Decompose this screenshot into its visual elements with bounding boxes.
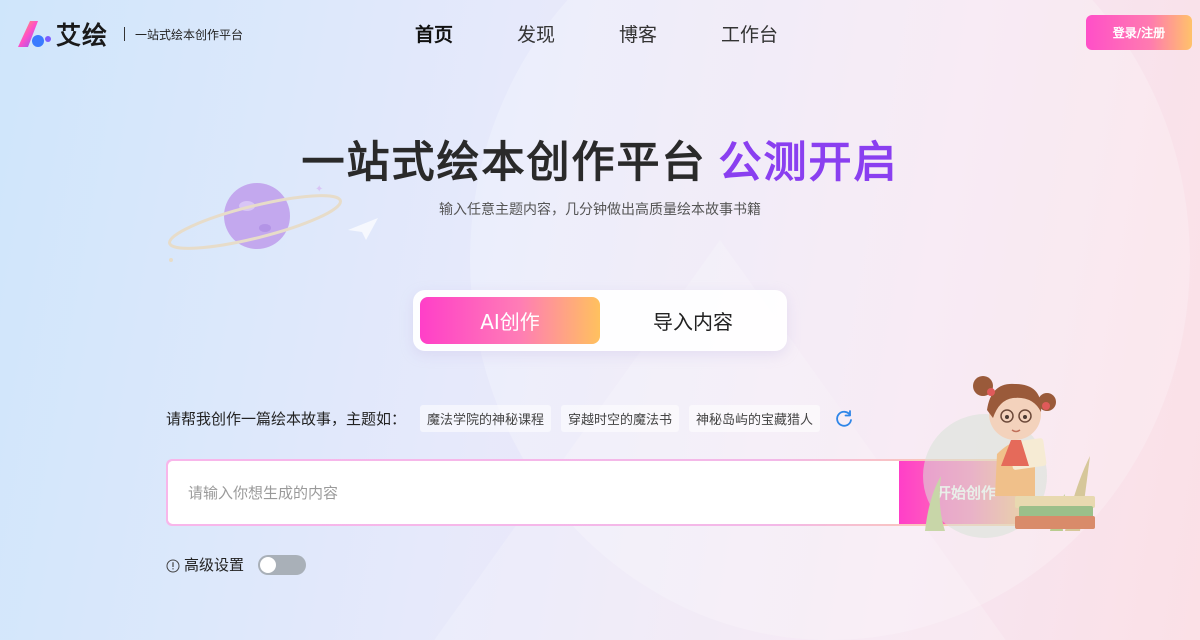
- logo[interactable]: 艾绘 一站式绘本创作平台: [14, 16, 243, 52]
- logo-tagline: 一站式绘本创作平台: [135, 27, 244, 42]
- girl-reading-illustration: [915, 356, 1115, 545]
- nav-item-blog[interactable]: 博客: [619, 20, 657, 47]
- advanced-settings: 高级设置: [166, 554, 307, 575]
- hero-title-main: 一站式绘本创作平台: [301, 138, 707, 188]
- prompt-input[interactable]: [168, 461, 899, 524]
- nav-item-discover[interactable]: 发现: [517, 20, 555, 47]
- toggle-knob: [260, 556, 277, 573]
- hero-title-accent: 公测开启: [718, 138, 899, 188]
- advanced-settings-label: 高级设置: [184, 556, 245, 574]
- tab-ai-create[interactable]: AI创作: [420, 297, 600, 344]
- hero-title: 一站式绘本创作平台 公测开启: [0, 128, 1200, 190]
- top-header: 艾绘 一站式绘本创作平台 首页 发现 博客 工作台 登录/注册: [0, 0, 1200, 66]
- suggestion-chip[interactable]: 魔法学院的神秘课程: [420, 405, 552, 432]
- nav-item-workspace[interactable]: 工作台: [721, 20, 778, 47]
- info-icon: [166, 558, 180, 572]
- logo-name: 艾绘: [56, 21, 109, 50]
- prompt-input-inner: 开始创作: [168, 461, 1033, 524]
- refresh-icon[interactable]: [834, 409, 854, 429]
- paper-plane-icon: [348, 218, 378, 244]
- prompt-suggestions: 请帮我创作一篇绘本故事，主题如： 魔法学院的神秘课程 穿越时空的魔法书 神秘岛屿…: [166, 405, 854, 432]
- planet-icon: ✦: [165, 180, 345, 274]
- advanced-settings-toggle[interactable]: [258, 554, 307, 575]
- hero-subtitle: 输入任意主题内容，几分钟做出高质量绘本故事书籍: [439, 202, 761, 218]
- suggestion-chip[interactable]: 穿越时空的魔法书: [561, 405, 680, 432]
- prompt-input-box: 开始创作: [166, 459, 1035, 526]
- nav-item-home[interactable]: 首页: [415, 20, 453, 47]
- mode-switch: AI创作 导入内容: [413, 290, 787, 351]
- logo-mark-icon: [14, 17, 54, 51]
- tab-import-content[interactable]: 导入内容: [608, 297, 778, 344]
- prompt-label: 请帮我创作一篇绘本故事，主题如：: [166, 410, 407, 428]
- main-nav: 首页 发现 博客 工作台: [415, 20, 842, 47]
- logo-separator: [124, 27, 126, 41]
- suggestion-chip[interactable]: 神秘岛屿的宝藏猎人: [689, 405, 821, 432]
- login-register-button[interactable]: 登录/注册: [1086, 15, 1192, 50]
